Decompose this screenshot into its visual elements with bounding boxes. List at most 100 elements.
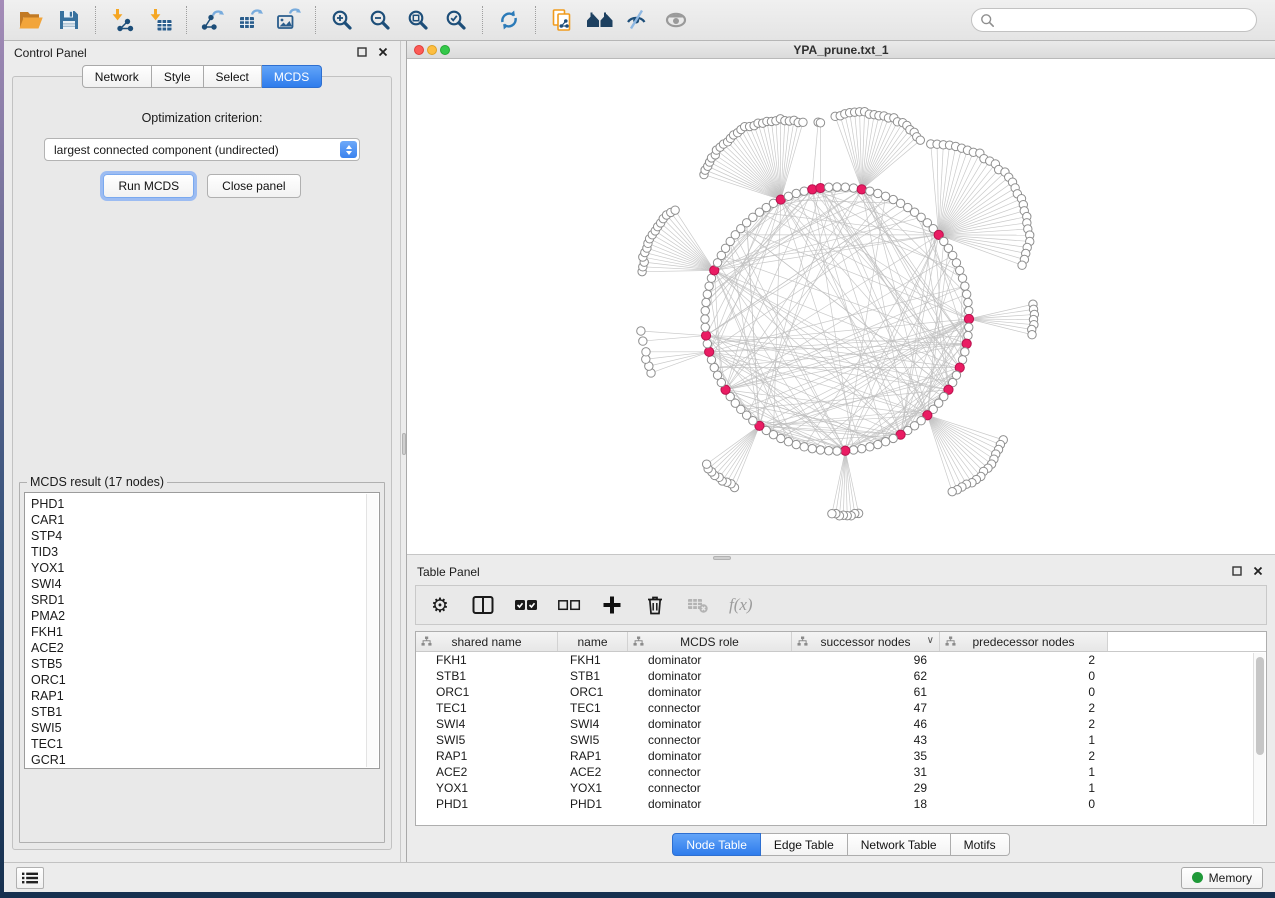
tab-edge-table[interactable]: Edge Table — [761, 833, 848, 856]
close-panel-icon[interactable] — [1253, 565, 1263, 579]
mcds-node-item[interactable]: GCR1 — [31, 752, 365, 768]
table-row[interactable]: RAP1RAP1dominator352 — [416, 748, 1266, 764]
select-all-columns-icon[interactable] — [514, 593, 538, 617]
status-bar: Memory — [4, 862, 1275, 892]
criterion-selected-value: largest connected component (undirected) — [54, 143, 279, 157]
refresh-icon[interactable] — [493, 4, 525, 36]
cell-shared-name: SWI5 — [416, 733, 558, 747]
mcds-node-item[interactable]: TID3 — [31, 544, 365, 560]
graphics-details-icon[interactable] — [622, 4, 654, 36]
column-header-MCDS-role[interactable]: MCDS role — [628, 632, 792, 651]
mcds-node-item[interactable]: PHD1 — [31, 496, 365, 512]
cell-MCDS-role: dominator — [628, 669, 792, 683]
delete-columns-icon[interactable] — [643, 593, 667, 617]
tab-motifs[interactable]: Motifs — [951, 833, 1010, 856]
cell-successor-nodes: 96 — [792, 653, 940, 667]
cell-name: SWI4 — [558, 717, 628, 731]
close-window-icon[interactable] — [414, 45, 424, 55]
mcds-node-item[interactable]: ORC1 — [31, 672, 365, 688]
table-row[interactable]: ORC1ORC1dominator610 — [416, 684, 1266, 700]
tab-network-table[interactable]: Network Table — [848, 833, 951, 856]
memory-status-icon — [1192, 872, 1203, 883]
export-image-icon[interactable] — [273, 4, 305, 36]
float-panel-icon[interactable] — [357, 46, 367, 60]
import-table-icon[interactable] — [144, 4, 176, 36]
open-session-icon[interactable] — [15, 4, 47, 36]
network-window-titlebar: YPA_prune.txt_1 — [407, 41, 1275, 59]
tab-select[interactable]: Select — [204, 65, 262, 88]
close-panel-button[interactable]: Close panel — [207, 174, 300, 198]
vertical-splitter[interactable] — [400, 41, 407, 862]
export-table-icon[interactable] — [235, 4, 267, 36]
search-input[interactable] — [1000, 13, 1248, 27]
export-network-icon[interactable] — [197, 4, 229, 36]
mcds-node-item[interactable]: TEC1 — [31, 736, 365, 752]
network-view[interactable] — [407, 59, 1275, 554]
mcds-node-item[interactable]: STP4 — [31, 528, 365, 544]
table-options-gear-icon[interactable]: ⚙ — [428, 593, 452, 617]
table-row[interactable]: TEC1TEC1connector472 — [416, 700, 1266, 716]
maximize-window-icon[interactable] — [440, 45, 450, 55]
zoom-selected-icon[interactable] — [440, 4, 472, 36]
table-row[interactable]: SWI5SWI5connector431 — [416, 732, 1266, 748]
attribute-icon — [945, 636, 956, 650]
splitter-grip[interactable] — [713, 556, 731, 560]
sort-indicator-icon[interactable]: ∨ — [927, 635, 934, 646]
table-row[interactable]: SWI4SWI4dominator462 — [416, 716, 1266, 732]
save-session-icon[interactable] — [53, 4, 85, 36]
close-panel-icon[interactable] — [378, 46, 388, 60]
run-mcds-button[interactable]: Run MCDS — [103, 174, 194, 198]
show-panels-button[interactable] — [16, 867, 44, 889]
mcds-node-item[interactable]: SWI4 — [31, 576, 365, 592]
unselect-all-columns-icon[interactable] — [557, 593, 581, 617]
table-row[interactable]: YOX1YOX1connector291 — [416, 780, 1266, 796]
column-header-name[interactable]: name — [558, 632, 628, 651]
column-header-shared-name[interactable]: shared name — [416, 632, 558, 651]
mcds-node-item[interactable]: SWI5 — [31, 720, 365, 736]
show-columns-icon[interactable] — [471, 593, 495, 617]
level-of-detail-icon[interactable] — [660, 4, 692, 36]
mcds-node-item[interactable]: SRD1 — [31, 592, 365, 608]
zoom-in-icon[interactable] — [326, 4, 358, 36]
splitter-grip[interactable] — [402, 433, 406, 455]
create-column-icon[interactable] — [600, 593, 624, 617]
cell-MCDS-role: connector — [628, 765, 792, 779]
mcds-node-item[interactable]: STB1 — [31, 704, 365, 720]
desktop: Control Panel NetworkStyleSelectMCDS Opt… — [0, 0, 1275, 898]
zoom-out-icon[interactable] — [364, 4, 396, 36]
table-scrollbar[interactable] — [1253, 653, 1265, 824]
result-list-scrollbar[interactable] — [366, 494, 378, 767]
column-header-predecessor-nodes[interactable]: predecessor nodes — [940, 632, 1108, 651]
mcds-node-item[interactable]: YOX1 — [31, 560, 365, 576]
cell-successor-nodes: 47 — [792, 701, 940, 715]
criterion-select[interactable]: largest connected component (undirected) — [44, 138, 360, 161]
column-header-successor-nodes[interactable]: successor nodes∨ — [792, 632, 940, 651]
minimize-window-icon[interactable] — [427, 45, 437, 55]
network-from-selection-icon[interactable] — [546, 4, 578, 36]
tab-mcds[interactable]: MCDS — [262, 65, 322, 88]
fit-content-icon[interactable] — [402, 4, 434, 36]
mcds-node-item[interactable]: CAR1 — [31, 512, 365, 528]
table-row[interactable]: STB1STB1dominator620 — [416, 668, 1266, 684]
tab-style[interactable]: Style — [152, 65, 204, 88]
import-network-icon[interactable] — [106, 4, 138, 36]
horizontal-splitter[interactable] — [407, 554, 1275, 561]
float-panel-icon[interactable] — [1232, 565, 1242, 579]
mcds-node-item[interactable]: RAP1 — [31, 688, 365, 704]
cell-predecessor-nodes: 2 — [940, 653, 1108, 667]
mcds-node-item[interactable]: FKH1 — [31, 624, 365, 640]
cell-MCDS-role: dominator — [628, 717, 792, 731]
cell-predecessor-nodes: 1 — [940, 765, 1108, 779]
birdseye-view-icon[interactable] — [584, 4, 616, 36]
mcds-node-item[interactable]: ACE2 — [31, 640, 365, 656]
mcds-node-item[interactable]: STB5 — [31, 656, 365, 672]
mcds-node-item[interactable]: PMA2 — [31, 608, 365, 624]
table-row[interactable]: PHD1PHD1dominator180 — [416, 796, 1266, 812]
table-scrollbar-thumb[interactable] — [1256, 657, 1264, 755]
memory-button[interactable]: Memory — [1181, 867, 1263, 889]
table-row[interactable]: FKH1FKH1dominator962 — [416, 652, 1266, 668]
tab-node-table[interactable]: Node Table — [672, 833, 761, 856]
tab-network[interactable]: Network — [82, 65, 152, 88]
table-row[interactable]: ACE2ACE2connector311 — [416, 764, 1266, 780]
cell-predecessor-nodes: 1 — [940, 781, 1108, 795]
